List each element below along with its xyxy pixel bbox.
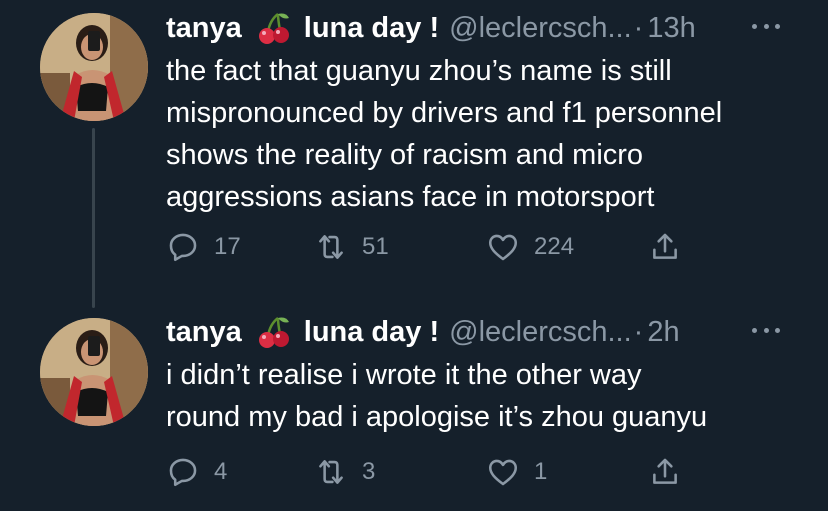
retweet-button[interactable]: 51 [314, 227, 389, 267]
like-count: 1 [534, 458, 548, 485]
reply-button[interactable]: 17 [166, 227, 241, 267]
avatar[interactable] [40, 13, 148, 121]
display-name[interactable]: tanya [166, 316, 242, 349]
share-button[interactable] [648, 452, 682, 492]
tweet-text: i didn’t realise i wrote it the other wa… [166, 354, 806, 438]
tweet-text-line: aggressions asians face in motorsport [166, 181, 655, 213]
timestamp[interactable]: 13h [647, 12, 695, 45]
cherries-icon [256, 314, 292, 350]
reply-icon [169, 458, 197, 487]
heart-icon [488, 234, 518, 261]
reply-count: 17 [214, 233, 241, 260]
like-count: 224 [534, 233, 575, 260]
tweet-text-line: round my bad i apologise it’s zhou guany… [166, 401, 708, 433]
more-options-icon[interactable] [752, 318, 780, 342]
tweet-text-line: shows the reality of racism and micro [166, 139, 644, 171]
tweet-text-line: i didn’t realise i wrote it the other wa… [166, 359, 642, 391]
timestamp[interactable]: 2h [647, 316, 679, 349]
tweet-actions: 4 3 1 [166, 452, 706, 492]
user-handle[interactable]: @leclercsch... [449, 316, 632, 349]
retweet-count: 3 [362, 458, 376, 485]
display-name-suffix[interactable]: luna day ! [304, 12, 439, 45]
tweet-actions: 17 51 224 [166, 227, 706, 267]
more-options-icon[interactable] [752, 14, 780, 38]
tweet-text-line: mispronounced by drivers and f1 personne… [166, 97, 723, 129]
separator-dot: · [633, 11, 644, 44]
tweet-text: the fact that guanyu zhou’s name is stil… [166, 50, 806, 218]
retweet-count: 51 [362, 233, 389, 260]
heart-icon [488, 459, 518, 486]
thread-connector-line [92, 128, 95, 308]
reply-count: 4 [214, 458, 228, 485]
share-icon [653, 233, 677, 259]
reply-button[interactable]: 4 [166, 452, 227, 492]
avatar-photo [40, 318, 148, 426]
user-handle[interactable]: @leclercsch... [449, 12, 632, 45]
retweet-icon [319, 460, 343, 484]
tweet-header: tanya luna day ! @leclercsch... · 2h [166, 312, 680, 352]
display-name-suffix[interactable]: luna day ! [304, 316, 439, 349]
tweet-text-line: the fact that guanyu zhou’s name is stil… [166, 55, 672, 87]
retweet-button[interactable]: 3 [314, 452, 375, 492]
cherries-icon [256, 10, 292, 46]
separator-dot: · [633, 315, 644, 348]
avatar[interactable] [40, 318, 148, 426]
reply-icon [169, 233, 197, 262]
like-button[interactable]: 1 [486, 452, 547, 492]
like-button[interactable]: 224 [486, 227, 574, 267]
avatar-photo [40, 13, 148, 121]
retweet-icon [319, 235, 343, 259]
share-button[interactable] [648, 227, 682, 267]
tweet-header: tanya luna day ! @leclercsch... · 13h [166, 8, 696, 48]
share-icon [653, 458, 677, 484]
tweet[interactable]: tanya luna day ! @leclercsch... · 2h i d… [0, 304, 828, 511]
display-name[interactable]: tanya [166, 12, 242, 45]
tweet[interactable]: tanya luna day ! @leclercsch... · 13h th… [0, 0, 828, 308]
